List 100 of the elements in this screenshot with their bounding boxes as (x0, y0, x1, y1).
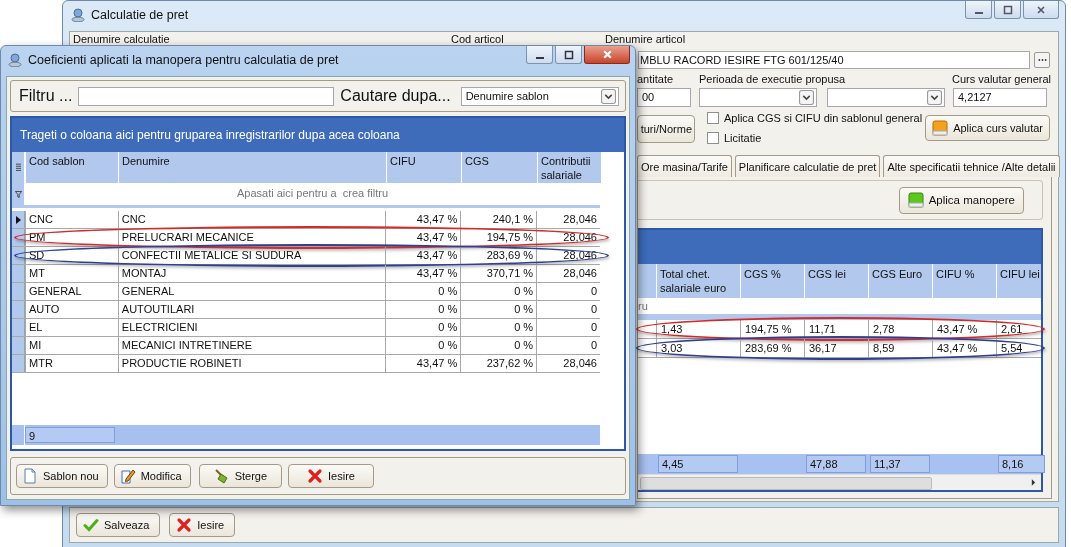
column-header[interactable]: CGS (461, 152, 537, 183)
table-cell: MECANICI INTRETINERE (117, 337, 386, 354)
check-icon (83, 517, 99, 533)
action-button[interactable]: Sterge (198, 464, 283, 488)
table-cell: 43,47 % (385, 211, 461, 228)
table-cell: PRODUCTIE ROBINETI (117, 355, 386, 372)
current-row-icon (15, 215, 21, 224)
column-header[interactable]: CGS Euro (868, 264, 932, 298)
window-title: Coeficienti aplicati la manopera pentru calculatia de pret (28, 52, 339, 67)
tab[interactable]: Ore masina/Tarife (637, 155, 732, 177)
action-button[interactable]: Salveaza (76, 513, 161, 537)
table-cell: 28,046 (536, 355, 600, 372)
checkbox[interactable] (707, 132, 719, 144)
table-cell: 28,046 (536, 265, 600, 282)
tab[interactable]: Alte specificatii tehnice /Alte detalii (883, 155, 1060, 177)
field-label: Curs valutar general (952, 73, 1052, 86)
scroll-right-icon (1031, 479, 1036, 486)
table-cell: 237,62 % (460, 355, 537, 372)
edit-icon (119, 468, 136, 484)
close-icon (601, 49, 613, 60)
total-cell: 47,88 (806, 455, 866, 473)
close-button[interactable] (584, 46, 630, 64)
browse-button[interactable] (1034, 52, 1050, 68)
window-title: Calculatie de pret (91, 8, 189, 22)
horizontal-scrollbar[interactable] (638, 474, 1041, 490)
table-cell: 0 % (385, 319, 461, 336)
field-label: Denumire articol (605, 33, 686, 46)
checkbox-label: Aplica CGS si CIFU din sablonul general (724, 112, 923, 124)
group-hint: Trageti o coloana aici pentru gruparea inregistrarilor dupa acea coloana (20, 128, 400, 142)
table-cell: 0 % (460, 337, 537, 354)
field-label: antitate (637, 73, 674, 86)
column-header[interactable]: CIFU (386, 152, 461, 183)
table-cell: 0 % (385, 283, 461, 300)
table-cell: 0 % (460, 283, 537, 300)
table-cell: 0 % (460, 319, 537, 336)
quantity-field[interactable]: 00 (637, 88, 691, 107)
maximize-icon (563, 49, 574, 60)
table-cell: 2,61 (996, 320, 1060, 338)
table-cell: 283,69 % (740, 339, 804, 357)
column-chooser-icon[interactable] (15, 163, 21, 172)
maximize-button[interactable] (555, 46, 582, 64)
table-cell: 240,1 % (460, 211, 537, 228)
total-cell: 4,45 (658, 455, 738, 473)
table-cell: 2,78 (868, 320, 932, 338)
app-icon (71, 8, 85, 22)
table-cell: GENERAL (25, 283, 118, 300)
table-cell: 370,71 % (460, 265, 537, 282)
filter-field[interactable] (78, 86, 335, 106)
table-cell: 28,046 (536, 211, 600, 228)
table-cell: ELECTRICIENI (117, 319, 386, 336)
column-header[interactable]: Total chet. salariale euro (656, 264, 740, 298)
checkbox[interactable] (707, 112, 719, 124)
action-button[interactable]: Sablon nou (16, 464, 108, 488)
table-cell: 0 % (385, 337, 461, 354)
minimize-icon (535, 56, 544, 59)
maximize-icon (1002, 4, 1013, 15)
column-header[interactable]: CIFU % (932, 264, 996, 298)
row-indicator[interactable] (12, 211, 25, 228)
row-count: 9 (25, 427, 115, 443)
norms-button[interactable]: turi/Norme (637, 115, 695, 143)
period-dropdown[interactable] (699, 88, 817, 107)
table-cell: 0 (536, 337, 600, 354)
table-cell: 3,03 (656, 339, 740, 357)
table-cell: MONTAJ (117, 265, 386, 282)
field-label: Denumire calculatie (73, 33, 170, 46)
minimize-button[interactable] (526, 46, 553, 64)
minimize-icon (974, 11, 983, 14)
table-cell: 0 (536, 301, 600, 318)
minimize-button[interactable] (965, 1, 992, 19)
filter-hint[interactable]: ru (638, 300, 648, 312)
period-dropdown[interactable] (827, 88, 945, 107)
tab[interactable]: Planificare calculatie de pret (734, 155, 881, 177)
field-label: Perioada de executie propusa (699, 73, 846, 86)
apply-labor-button[interactable]: Aplica manopere (898, 186, 1024, 214)
search-dropdown[interactable]: Denumire sablon (460, 86, 619, 106)
article-name-field[interactable]: MBLU RACORD IESIRE FTG 601/125/40 (638, 51, 1030, 69)
table-cell: 0 (536, 319, 600, 336)
column-header[interactable]: Cod sablon (25, 152, 118, 183)
table-cell: 194,75 % (740, 320, 804, 338)
ellipsis-icon (1037, 58, 1047, 62)
filter-label: Filtru ... (19, 87, 73, 105)
broom-icon (213, 468, 230, 484)
table-cell: 5,54 (996, 339, 1060, 357)
column-header[interactable]: CIFU lei (996, 264, 1047, 298)
column-header[interactable]: CGS % (740, 264, 804, 298)
column-header[interactable]: CGS lei (804, 264, 868, 298)
maximize-button[interactable] (994, 1, 1021, 19)
action-button[interactable]: Iesire (169, 513, 236, 537)
column-header[interactable]: Contributii salariale (537, 152, 601, 183)
filter-hint[interactable]: Apasati aici pentru a crea filtru (25, 183, 600, 205)
apply-rate-button[interactable]: Aplica curs valutar (925, 115, 1050, 141)
filter-icon (14, 190, 22, 198)
total-cell: 11,37 (870, 455, 930, 473)
table-cell: AUTO (25, 301, 118, 318)
exchange-rate-field[interactable]: 4,2127 (953, 88, 1047, 107)
action-button[interactable]: Iesire (288, 464, 374, 488)
table-cell: EL (25, 319, 118, 336)
table-cell: 43,47 % (385, 265, 461, 282)
action-button[interactable]: Modifica (113, 464, 191, 488)
column-header[interactable]: Denumire (118, 152, 386, 183)
